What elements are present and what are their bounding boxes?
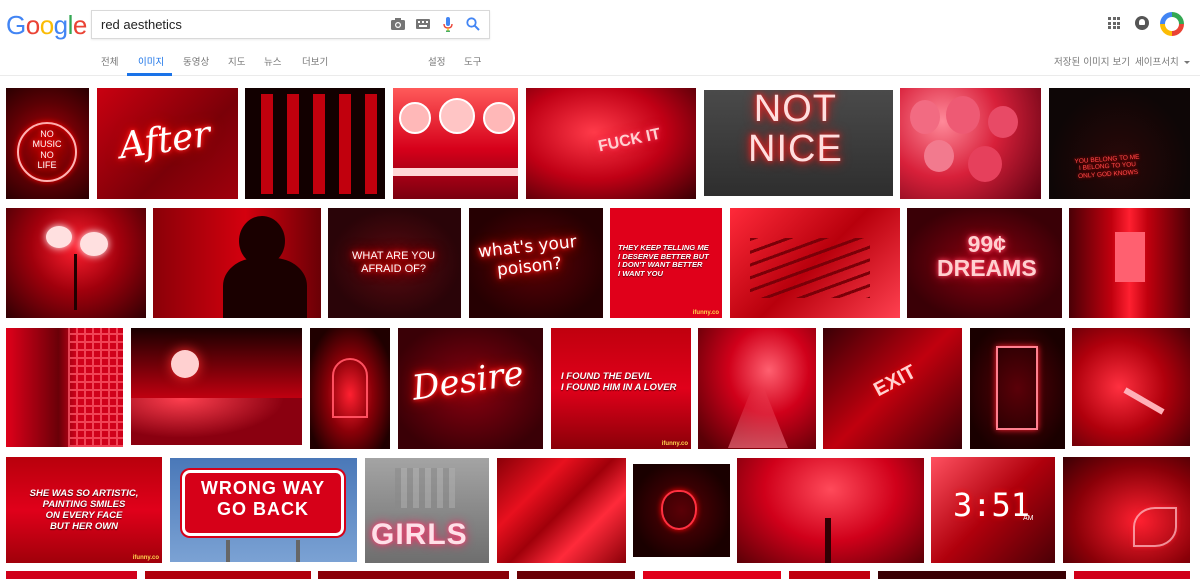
image-caption: I FOUND THE DEVIL I FOUND HIM IN A LOVER: [561, 371, 677, 393]
image-caption: WHAT ARE YOU AFRAID OF?: [352, 250, 436, 275]
image-result[interactable]: [789, 571, 870, 579]
camera-icon[interactable]: [390, 16, 406, 32]
image-result[interactable]: After: [97, 88, 238, 199]
image-caption: 99¢ DREAMS: [937, 231, 1037, 282]
image-caption: what's your poison?: [477, 231, 578, 280]
tab-images[interactable]: 이미지: [138, 54, 164, 68]
tab-news[interactable]: 뉴스: [264, 54, 281, 68]
notifications-icon[interactable]: [1135, 16, 1149, 30]
tab-videos[interactable]: 동영상: [183, 54, 209, 68]
apps-icon[interactable]: [1108, 17, 1120, 29]
logo-letter: e: [72, 10, 87, 40]
image-caption: EXIT: [870, 360, 920, 402]
image-result[interactable]: [730, 208, 900, 318]
caret-down-icon: [1183, 61, 1190, 64]
image-result[interactable]: [900, 88, 1041, 199]
image-result[interactable]: [1069, 208, 1190, 318]
image-result[interactable]: 3:51 AM: [931, 457, 1055, 563]
image-caption: WRONG WAY GO BACK: [200, 478, 326, 519]
image-result[interactable]: [310, 328, 390, 449]
search-box: [91, 10, 490, 39]
logo-letter: o: [39, 10, 54, 40]
image-result[interactable]: [145, 571, 311, 579]
logo-letter: g: [53, 10, 68, 40]
search-input[interactable]: [101, 11, 371, 38]
active-tab-indicator: [127, 73, 172, 76]
image-caption: 3:51: [953, 486, 1031, 524]
image-results-grid: NO MUSIC NO LIFE After FUCK IT NOT NICE …: [0, 0, 1200, 579]
image-result[interactable]: [737, 458, 924, 563]
safe-search-dropdown[interactable]: 세이프서치: [1135, 54, 1190, 68]
image-result[interactable]: NOT NICE: [704, 90, 893, 196]
image-result[interactable]: what's your poison?: [469, 208, 603, 318]
image-result[interactable]: [633, 464, 730, 557]
image-result[interactable]: [698, 328, 816, 449]
logo-letter: o: [25, 10, 40, 40]
image-result[interactable]: [1072, 328, 1190, 446]
image-result[interactable]: Desire: [398, 328, 543, 449]
image-caption: SHE WAS SO ARTISTIC, PAINTING SMILES ON …: [29, 488, 139, 532]
image-result[interactable]: [6, 328, 123, 447]
image-caption: YOU BELONG TO ME I BELONG TO YOU ONLY GO…: [1074, 153, 1140, 181]
image-result[interactable]: [6, 208, 146, 318]
image-result[interactable]: THEY KEEP TELLING ME I DESERVE BETTER BU…: [610, 208, 722, 318]
image-result[interactable]: [517, 571, 635, 579]
image-caption: GIRLS: [371, 518, 468, 551]
watermark: ifunny.co: [132, 555, 159, 561]
tab-maps[interactable]: 지도: [228, 54, 245, 68]
logo-letter: G: [6, 10, 26, 40]
image-result[interactable]: YOU BELONG TO ME I BELONG TO YOU ONLY GO…: [1049, 88, 1190, 199]
image-result[interactable]: [131, 328, 302, 445]
image-result[interactable]: GIRLS: [365, 458, 489, 563]
keyboard-icon[interactable]: [415, 16, 431, 32]
safe-search-label: 세이프서치: [1135, 57, 1179, 68]
image-result[interactable]: [318, 571, 509, 579]
image-result[interactable]: [1063, 457, 1190, 563]
image-result[interactable]: I FOUND THE DEVIL I FOUND HIM IN A LOVER…: [551, 328, 691, 449]
image-result[interactable]: 99¢ DREAMS: [907, 208, 1062, 318]
search-tabs: 전체 이미지 동영상 지도 뉴스 더보기 설정 도구 저장된 이미지 보기 세이…: [0, 46, 1200, 76]
tab-settings[interactable]: 설정: [428, 54, 445, 68]
account-avatar[interactable]: [1160, 12, 1184, 36]
image-caption: NO MUSIC NO LIFE: [32, 129, 62, 171]
image-result[interactable]: EXIT: [823, 328, 962, 449]
image-result[interactable]: [1074, 571, 1190, 579]
image-result[interactable]: FUCK IT: [526, 88, 696, 199]
image-caption: After: [116, 113, 214, 168]
image-caption: Desire: [409, 353, 527, 409]
top-header: Google 전체 이미지 동영상 지도 뉴스 더보기 설정 도구 저장된 이미…: [0, 0, 1200, 76]
tab-all[interactable]: 전체: [101, 54, 118, 68]
image-caption: NOT NICE: [748, 90, 843, 170]
image-result[interactable]: [497, 458, 626, 563]
tab-more[interactable]: 더보기: [302, 54, 328, 68]
image-result[interactable]: [393, 88, 518, 199]
watermark: ifunny.co: [692, 310, 719, 316]
image-result[interactable]: [970, 328, 1065, 449]
tab-tools[interactable]: 도구: [464, 54, 481, 68]
image-result[interactable]: [643, 571, 781, 579]
watermark: ifunny.co: [661, 441, 688, 447]
saved-images-link[interactable]: 저장된 이미지 보기: [1054, 54, 1130, 68]
image-result[interactable]: [153, 208, 321, 318]
search-icon[interactable]: [465, 16, 481, 32]
image-result[interactable]: WRONG WAY GO BACK: [170, 458, 357, 562]
image-result[interactable]: SHE WAS SO ARTISTIC, PAINTING SMILES ON …: [6, 457, 162, 563]
image-result[interactable]: [245, 88, 385, 199]
image-result[interactable]: [878, 571, 1066, 579]
image-result[interactable]: [6, 571, 137, 579]
microphone-icon[interactable]: [440, 16, 456, 32]
image-caption: AM: [1023, 515, 1034, 522]
image-result[interactable]: NO MUSIC NO LIFE: [6, 88, 89, 199]
image-result[interactable]: WHAT ARE YOU AFRAID OF?: [328, 208, 461, 318]
image-caption: FUCK IT: [596, 125, 663, 156]
google-logo[interactable]: Google: [6, 10, 87, 41]
image-caption: THEY KEEP TELLING ME I DESERVE BETTER BU…: [618, 243, 709, 279]
